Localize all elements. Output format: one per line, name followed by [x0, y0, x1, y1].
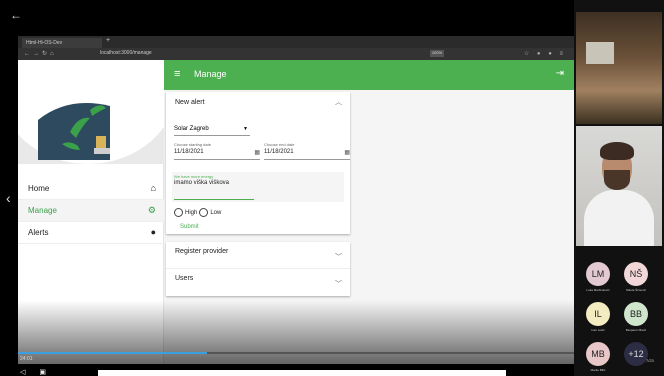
start-date-label: Choose starting date [174, 142, 211, 147]
sidebar-item-manage[interactable]: Manage ⚙ [18, 200, 164, 222]
end-date-label: Choose end date [264, 142, 295, 147]
provider-select-value: Solar Zagreb [174, 126, 209, 132]
message-label: We have more energy [174, 174, 214, 179]
calendar-icon[interactable]: ▦ [344, 149, 350, 156]
new-alert-header[interactable]: New alert ︿ [166, 92, 350, 112]
register-provider-label: Register provider [175, 248, 229, 255]
submit-button[interactable]: Submit [180, 224, 199, 230]
page-title: Manage [194, 69, 227, 79]
browser-tab-title: Html-Hi-OS-Dev [26, 40, 63, 46]
participants-panel: LM Luka Marčinković NŠ Nikola Šimunić IL Ivan… [574, 0, 664, 376]
gear-icon: ⚙ [147, 205, 156, 215]
collapsed-sections: Register provider ﹀ Users ﹀ [166, 242, 350, 296]
url-text[interactable]: localhost:3000/manage [100, 50, 152, 56]
message-textarea[interactable]: We have more energy imamo viška viškova [172, 172, 344, 202]
chevron-down-icon: ﹀ [335, 281, 342, 288]
panel-title: New alert [175, 99, 205, 106]
progress-fill [18, 352, 208, 354]
sidebar-item-label: Alerts [28, 228, 49, 237]
alert-icon: ● [150, 227, 156, 237]
new-tab-icon[interactable]: + [106, 37, 110, 44]
home-icon: ⌂ [150, 183, 156, 193]
participant-avatar[interactable]: MB [586, 342, 610, 366]
sidebar-item-alerts[interactable]: Alerts ● [18, 222, 164, 244]
participant-name: Luka Marčinković [586, 288, 610, 292]
sidebar-item-label: Manage [28, 206, 57, 215]
participant-avatar[interactable]: LM [586, 262, 610, 286]
logout-icon[interactable]: ⇥ [556, 68, 564, 79]
participant-avatar[interactable]: +12 [624, 342, 648, 366]
priority-radio-group: High Low [174, 208, 221, 217]
participant-avatar[interactable]: IL [586, 302, 610, 326]
start-date-value: 11/18/2021 [174, 149, 204, 155]
radio-high-label: High [185, 209, 198, 216]
participant-avatar[interactable]: BB [624, 302, 648, 326]
participant-name: Marko Bilić [590, 368, 606, 372]
zoom-badge[interactable]: 100% [430, 50, 444, 57]
browser-tab[interactable]: Html-Hi-OS-Dev [22, 38, 102, 48]
chevron-up-icon: ︿ [335, 99, 342, 106]
back-arrow-icon[interactable]: ← [10, 8, 22, 22]
message-value: imamo viška viškova [174, 180, 230, 186]
participant-avatar[interactable]: NŠ [624, 262, 648, 286]
browser-nav-icons[interactable]: ←→↻⌂ [24, 50, 57, 57]
progress-bar[interactable] [18, 352, 574, 354]
users-row[interactable]: Users ﹀ [166, 269, 350, 296]
sidebar-nav: Home ⌂ Manage ⚙ Alerts ● [18, 178, 164, 244]
calendar-icon[interactable]: ▦ [254, 149, 260, 156]
participant-name: Benjamin Barić [625, 328, 647, 332]
player-overlay [0, 300, 574, 376]
start-date-field[interactable]: Choose starting date 11/18/2021 ▦ [174, 142, 260, 160]
end-date-field[interactable]: Choose end date 11/18/2021 ▦ [264, 142, 350, 160]
participant-video-speaker[interactable] [576, 126, 662, 246]
elapsed-time: 24:01 [20, 356, 33, 362]
logo-area [18, 60, 164, 164]
participant-name: Ivan Lukić [591, 328, 605, 332]
radio-low-label: Low [210, 209, 222, 216]
participant-video-room[interactable] [576, 12, 662, 124]
register-provider-row[interactable]: Register provider ﹀ [166, 242, 350, 269]
browser-tab-strip: Html-Hi-OS-Dev + [18, 36, 574, 48]
sidebar-item-label: Home [28, 184, 50, 193]
users-label: Users [175, 275, 194, 282]
radio-low[interactable] [199, 208, 209, 217]
browser-toolbar-icons[interactable]: ☆ ● ● ≡ [524, 50, 566, 57]
page-count: 7/23 [646, 358, 654, 363]
meeting-top-bar: ← –▢✕ [0, 0, 664, 30]
app-bar: ≡ Manage ⇥ [164, 60, 574, 90]
new-alert-panel: New alert ︿ Solar Zagreb ▼ Choose starti… [166, 92, 350, 234]
end-date-value: 11/18/2021 [264, 149, 294, 155]
provider-select[interactable]: Solar Zagreb ▼ [174, 124, 250, 136]
app-logo-icon [38, 103, 110, 160]
browser-address-bar: ←→↻⌂ localhost:3000/manage 100% ☆ ● ● ≡ [18, 48, 574, 60]
chevron-down-icon: ▼ [243, 126, 248, 132]
chevron-down-icon: ﹀ [335, 254, 342, 261]
meeting-window: ← –▢✕ Html-Hi-OS-Dev + ←→↻⌂ localhost:30… [0, 0, 664, 376]
player-controls[interactable]: ◁ ▣ [20, 368, 52, 376]
caption-bar [98, 370, 506, 376]
sidebar-item-home[interactable]: Home ⌂ [18, 178, 164, 200]
participant-name: Nikola Šimunić [626, 288, 646, 292]
menu-icon[interactable]: ≡ [174, 68, 180, 80]
chevron-left-icon[interactable]: ‹ [6, 190, 11, 206]
radio-high[interactable] [174, 208, 183, 217]
